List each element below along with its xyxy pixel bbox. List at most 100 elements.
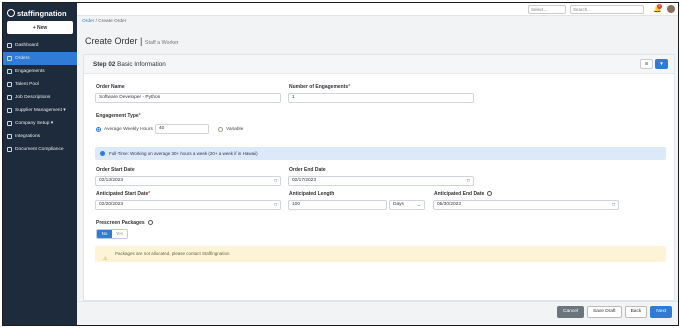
label-text: Anticipated Start Date	[96, 191, 149, 197]
breadcrumb: Order / Create Order	[82, 19, 126, 24]
calendar-icon[interactable]: □	[467, 177, 470, 185]
label-text: Order End Date	[289, 167, 326, 173]
anticipated-length-field[interactable]: 100	[288, 200, 387, 210]
brand-name: staffingnation	[17, 8, 67, 18]
logo-icon	[7, 9, 15, 17]
step-title: Step 02 Basic Information	[93, 61, 166, 68]
page-title: Create Order	[85, 36, 138, 46]
sidebar-item-talent-pool[interactable]: Talent Pool	[3, 78, 77, 91]
anticipated-end-field[interactable]: 05/30/2023 □	[433, 200, 619, 210]
sidebar: staffingnation + New Dashboard Orders En…	[3, 3, 77, 325]
label-text: Number of Engagements	[289, 84, 349, 90]
sidebar-item-label: Integrations	[15, 134, 41, 139]
title-separator: |	[140, 36, 143, 46]
info-circle-icon[interactable]	[487, 191, 493, 197]
document-icon	[7, 147, 12, 152]
field-value: 02/17/2023	[292, 178, 317, 183]
label-text: Order Name	[96, 84, 125, 90]
engagements-icon	[7, 69, 12, 74]
order-start-label: Order Start Date	[96, 167, 135, 173]
action-bar: Cancel Save Draft Back Next	[557, 306, 673, 318]
calendar-icon[interactable]: □	[612, 201, 615, 209]
field-value: 02/13/2023	[99, 178, 124, 183]
sidebar-nav: Dashboard Orders Engagements Talent Pool…	[3, 39, 77, 156]
calendar-icon[interactable]: □	[274, 201, 277, 209]
field-value: Days	[393, 202, 404, 207]
toggle-no[interactable]: No	[97, 230, 112, 238]
required-mark: *	[148, 191, 151, 197]
length-unit-select[interactable]: Days ⌄	[389, 200, 425, 210]
prescreen-label: Prescreen Packages	[96, 220, 153, 226]
notification-badge: 2	[657, 4, 662, 9]
back-button[interactable]: Back	[624, 306, 648, 318]
order-end-field[interactable]: 02/17/2023 □	[288, 176, 474, 186]
order-name-field[interactable]: Software Developer - Python	[95, 93, 281, 103]
anticipated-end-label: Anticipated End Date	[434, 191, 493, 197]
label-text: Order Start Date	[96, 167, 135, 173]
sidebar-item-label: Company Setup ▾	[15, 121, 54, 126]
save-draft-button[interactable]: Save Draft	[586, 306, 622, 318]
prescreen-toggle: No Yes	[96, 229, 128, 239]
sidebar-item-label: Document Compliance	[15, 147, 64, 152]
radio-variable[interactable]	[218, 127, 223, 132]
warning-icon: ⚠	[103, 256, 108, 262]
info-banner: Full-Time: Working on average 30+ hours …	[95, 147, 666, 160]
step-number: Step 02	[93, 61, 116, 68]
sidebar-item-label: Dashboard	[15, 43, 39, 48]
cancel-button[interactable]: Cancel	[557, 306, 584, 318]
anticipated-length-label: Anticipated Length	[289, 191, 334, 197]
breadcrumb-current: Create Order	[98, 19, 127, 24]
info-text: Full-Time: Working on average 30+ hours …	[109, 151, 258, 156]
num-engagements-field[interactable]: 1	[288, 93, 474, 103]
talent-pool-icon	[7, 82, 12, 87]
order-name-label: Order Name	[96, 84, 125, 90]
sidebar-item-label: Supplier Management ▾	[15, 108, 66, 113]
next-button[interactable]: Next	[650, 306, 673, 318]
chevron-down-icon[interactable]: ▼	[655, 59, 668, 69]
engagement-type-label: Engagement Type*	[96, 113, 141, 119]
search-input[interactable]: Search...	[570, 5, 644, 14]
list-icon[interactable]: ☰	[640, 59, 653, 69]
supplier-icon	[7, 108, 12, 113]
sidebar-item-document-compliance[interactable]: Document Compliance	[3, 143, 77, 156]
sidebar-item-dashboard[interactable]: Dashboard	[3, 39, 77, 52]
sidebar-item-orders[interactable]: Orders	[3, 52, 77, 65]
sidebar-item-company-setup[interactable]: Company Setup ▾	[3, 117, 77, 130]
order-start-field[interactable]: 02/13/2023 □	[95, 176, 281, 186]
label-text: Anticipated End Date	[434, 191, 485, 197]
global-select[interactable]: Select...	[528, 5, 566, 14]
radio-average-hours[interactable]	[96, 127, 101, 132]
weekly-hours-field[interactable]: 40	[155, 124, 209, 134]
warning-banner: ⚠ Packages are not allocated, please cont…	[95, 246, 666, 262]
field-value: 05/30/2023	[437, 202, 462, 207]
calendar-icon[interactable]: □	[274, 177, 277, 185]
avatar[interactable]	[667, 5, 675, 13]
sidebar-item-job-descriptions[interactable]: Job Descriptions	[3, 91, 77, 104]
anticipated-start-field[interactable]: 02/20/2023 □	[95, 200, 281, 210]
divider	[77, 301, 678, 302]
sidebar-item-label: Job Descriptions	[15, 95, 51, 100]
page-subtitle: Staff a Worker	[144, 40, 179, 46]
job-descriptions-icon	[7, 95, 12, 100]
new-button[interactable]: + New	[7, 21, 73, 34]
warning-text: Packages are not allocated, please conta…	[115, 251, 230, 256]
dashboard-icon	[7, 43, 12, 48]
top-bar: Select... Search... 🔔 2	[77, 3, 678, 16]
sidebar-item-label: Engagements	[15, 69, 45, 74]
step-name: Basic Information	[117, 61, 166, 68]
app-window: staffingnation + New Dashboard Orders En…	[2, 2, 679, 326]
form-card: Step 02 Basic Information ☰ ▼ Order Name…	[83, 54, 675, 301]
order-end-label: Order End Date	[289, 167, 326, 173]
sidebar-item-integrations[interactable]: Integrations	[3, 130, 77, 143]
label-text: Anticipated Length	[289, 191, 335, 197]
toggle-yes[interactable]: Yes	[112, 230, 127, 238]
sidebar-item-supplier-management[interactable]: Supplier Management ▾	[3, 104, 77, 117]
company-icon	[7, 121, 12, 126]
sidebar-item-engagements[interactable]: Engagements	[3, 65, 77, 78]
sidebar-item-label: Orders	[15, 56, 30, 61]
info-circle-icon[interactable]	[147, 220, 153, 226]
radio-average-hours-label: Average Weekly Hours	[104, 127, 153, 132]
page-title-group: Create Order | Staff a Worker	[85, 36, 179, 46]
required-mark: *	[348, 84, 351, 90]
breadcrumb-order-link[interactable]: Order	[82, 19, 94, 24]
